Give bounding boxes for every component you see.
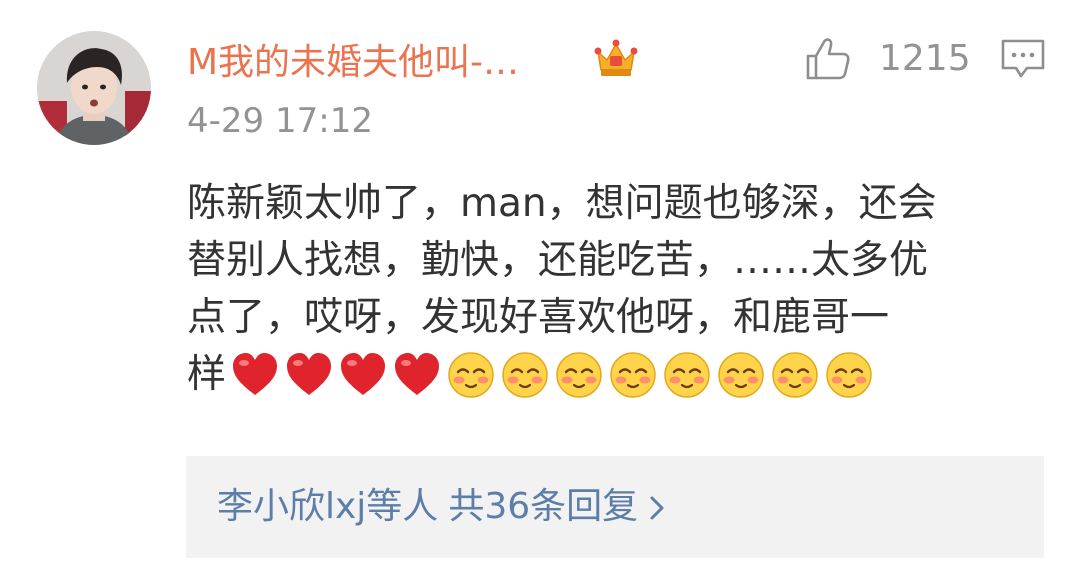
thumbs-up-icon <box>806 38 850 80</box>
blush-emoji-icon <box>826 351 872 398</box>
comment-text-line: 陈新颖太帅了，man，想问题也够深，还会 <box>187 181 937 226</box>
blush-emoji-icon <box>556 351 602 398</box>
comment-emoji-line: 样 <box>187 346 1057 403</box>
comment-bubble-icon[interactable] <box>1000 38 1046 80</box>
blush-emoji-icon <box>718 351 764 398</box>
comment-text-line: 点了，哎呀，发现好喜欢他呀，和鹿哥一 <box>187 295 890 340</box>
blush-emoji-icon <box>610 351 656 398</box>
heart-emoji-icon <box>395 352 440 395</box>
heart-emoji-icon <box>341 352 386 395</box>
username-link[interactable]: M我的未婚夫他叫-… <box>187 41 519 85</box>
blush-emoji-icon <box>502 351 548 398</box>
like-count: 1215 <box>879 38 971 79</box>
heart-emoji-icon <box>287 352 332 395</box>
chevron-right-icon <box>650 496 664 520</box>
crown-icon[interactable] <box>593 38 639 82</box>
comment-text-tail: 样 <box>187 352 227 397</box>
comment-text-line: 替别人找想，勤快，还能吃苦，……太多优 <box>187 238 929 283</box>
comment-card: M我的未婚夫他叫-… 4-29 17:12 1215 陈新颖太帅了，man，想问… <box>0 0 1080 588</box>
replies-summary: 李小欣lxj等人 共36条回复 <box>217 485 666 529</box>
timestamp: 4-29 17:12 <box>187 101 373 141</box>
view-replies-button[interactable]: 李小欣lxj等人 共36条回复 <box>186 456 1044 558</box>
blush-emoji-icon <box>448 351 494 398</box>
blush-emoji-icon <box>664 351 710 398</box>
heart-emoji-icon <box>233 352 278 395</box>
comment-body: 陈新颖太帅了，man，想问题也够深，还会 替别人找想，勤快，还能吃苦，……太多优… <box>187 175 1057 403</box>
replies-names: 李小欣lxj等人 <box>217 486 439 527</box>
replies-count: 共36条回复 <box>448 486 639 527</box>
like-button[interactable]: 1215 <box>805 34 971 84</box>
avatar[interactable] <box>37 31 151 145</box>
blush-emoji-icon <box>772 351 818 398</box>
